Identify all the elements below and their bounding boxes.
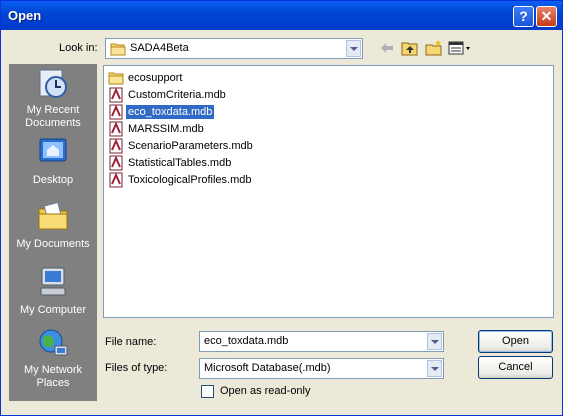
file-list[interactable]: ecosupport CustomCriteria.mdb eco_toxdat… <box>103 65 554 318</box>
close-button[interactable]: ✕ <box>536 6 557 27</box>
file-type-dropdown-button[interactable] <box>427 360 442 377</box>
new-folder-icon[interactable] <box>425 39 443 56</box>
place-recent-documents[interactable]: My Recent Documents <box>9 68 97 132</box>
place-label: Desktop <box>32 174 74 186</box>
up-folder-icon[interactable] <box>401 39 419 56</box>
place-my-documents[interactable]: My Documents <box>9 198 97 250</box>
views-menu-icon[interactable] <box>448 41 472 55</box>
desktop-icon <box>39 138 67 162</box>
access-database-icon <box>109 104 123 120</box>
look-in-combo[interactable]: SADA4Beta <box>105 38 363 59</box>
title-bar[interactable]: Open ? ✕ <box>1 1 562 30</box>
place-label: My Network Places <box>23 364 83 389</box>
place-network-places[interactable]: My Network Places <box>9 328 97 392</box>
close-icon: ✕ <box>540 8 553 24</box>
places-bar: My Recent Documents Desktop My Documents <box>9 64 97 401</box>
place-desktop[interactable]: Desktop <box>9 134 97 186</box>
file-name: ToxicologicalProfiles.mdb <box>128 174 252 186</box>
file-name-dropdown-button[interactable] <box>427 333 442 350</box>
file-name-field[interactable]: eco_toxdata.mdb <box>199 331 444 352</box>
back-arrow-icon[interactable] <box>379 41 395 55</box>
look-in-value: SADA4Beta <box>130 42 189 54</box>
file-type-select[interactable]: Microsoft Database(.mdb) <box>199 358 444 379</box>
readonly-checkbox[interactable] <box>201 385 214 398</box>
recent-documents-icon <box>39 69 67 98</box>
file-name-value: eco_toxdata.mdb <box>204 335 289 347</box>
help-button[interactable]: ? <box>513 6 534 27</box>
folder-icon <box>108 72 124 85</box>
window-title: Open <box>8 8 42 23</box>
file-name-label: File name: <box>105 336 157 348</box>
open-dialog: Open ? ✕ Look in: SADA4Beta My Recent Do… <box>0 0 563 416</box>
file-type-label: Files of type: <box>105 362 168 374</box>
cancel-button[interactable]: Cancel <box>478 356 553 379</box>
network-places-icon <box>39 329 68 356</box>
file-type-value: Microsoft Database(.mdb) <box>204 362 331 374</box>
place-label: My Recent Documents <box>25 104 81 129</box>
place-label: My Documents <box>16 238 90 250</box>
place-label: My Computer <box>19 304 87 316</box>
access-database-icon <box>109 138 123 154</box>
file-name: ecosupport <box>128 72 183 84</box>
file-name: CustomCriteria.mdb <box>128 89 226 101</box>
my-computer-icon <box>40 267 66 296</box>
help-icon: ? <box>519 8 528 24</box>
file-name: eco_toxdata.mdb <box>124 104 216 120</box>
access-database-icon <box>109 87 123 103</box>
place-my-computer[interactable]: My Computer <box>9 264 97 316</box>
readonly-label: Open as read-only <box>220 385 311 397</box>
folder-icon <box>110 43 126 56</box>
file-name: StatisticalTables.mdb <box>128 157 232 169</box>
access-database-icon <box>109 155 123 171</box>
open-button[interactable]: Open <box>478 330 553 353</box>
my-documents-icon <box>38 201 68 230</box>
look-in-dropdown-button[interactable] <box>346 40 361 57</box>
file-name: ScenarioParameters.mdb <box>128 140 253 152</box>
access-database-icon <box>109 121 123 137</box>
access-database-icon <box>109 172 123 188</box>
look-in-label: Look in: <box>59 42 98 54</box>
file-name: MARSSIM.mdb <box>128 123 204 135</box>
